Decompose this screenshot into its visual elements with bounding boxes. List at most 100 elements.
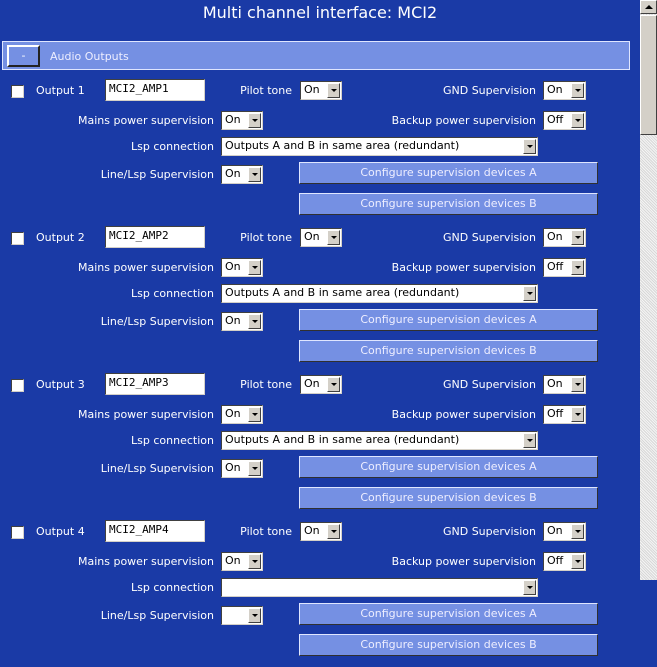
output-label: Output 2 bbox=[36, 231, 85, 244]
chevron-down-icon bbox=[571, 554, 584, 569]
line-lsp-select[interactable]: On bbox=[221, 459, 263, 478]
configure-devices-b-button[interactable]: Configure supervision devices B bbox=[299, 487, 598, 509]
mains-power-select[interactable]: On bbox=[221, 258, 263, 277]
chevron-down-icon bbox=[523, 286, 536, 301]
pilot-tone-label: Pilot tone bbox=[240, 525, 292, 538]
mains-power-label: Mains power supervision bbox=[77, 114, 214, 127]
chevron-down-icon bbox=[571, 260, 584, 275]
chevron-down-icon bbox=[248, 554, 261, 569]
output-label: Output 4 bbox=[36, 525, 85, 538]
output-label: Output 1 bbox=[36, 84, 85, 97]
chevron-down-icon bbox=[327, 230, 340, 245]
mains-power-label: Mains power supervision bbox=[77, 555, 214, 568]
mains-power-select[interactable]: On bbox=[221, 405, 263, 424]
pilot-tone-select[interactable]: On bbox=[300, 375, 342, 394]
gnd-supervision-select[interactable]: On bbox=[543, 228, 586, 247]
scroll-thumb[interactable] bbox=[640, 15, 657, 135]
chevron-down-icon bbox=[571, 83, 584, 98]
mains-power-label: Mains power supervision bbox=[77, 408, 214, 421]
configure-devices-a-button[interactable]: Configure supervision devices A bbox=[299, 162, 598, 184]
output-checkbox[interactable] bbox=[11, 379, 24, 392]
backup-power-select[interactable]: Off bbox=[543, 111, 586, 130]
output-name-input[interactable]: MCI2_AMP1 bbox=[105, 79, 205, 101]
page-title: Multi channel interface: MCI2 bbox=[202, 3, 438, 22]
pilot-tone-label: Pilot tone bbox=[240, 231, 292, 244]
line-lsp-label: Line/Lsp Supervision bbox=[100, 168, 214, 181]
lsp-connection-label: Lsp connection bbox=[131, 140, 214, 153]
scroll-up-arrow-icon[interactable] bbox=[640, 0, 657, 14]
configure-devices-b-button[interactable]: Configure supervision devices B bbox=[299, 634, 598, 656]
mains-power-select[interactable]: On bbox=[221, 111, 263, 130]
chevron-down-icon bbox=[248, 260, 261, 275]
chevron-down-icon bbox=[571, 230, 584, 245]
output-name-input[interactable]: MCI2_AMP4 bbox=[105, 520, 205, 542]
chevron-down-icon bbox=[248, 113, 261, 128]
output-checkbox[interactable] bbox=[11, 232, 24, 245]
mains-power-label: Mains power supervision bbox=[77, 261, 214, 274]
configure-devices-a-button[interactable]: Configure supervision devices A bbox=[299, 309, 598, 331]
lsp-connection-label: Lsp connection bbox=[131, 434, 214, 447]
section-header-audio-outputs: - Audio Outputs bbox=[2, 41, 630, 70]
chevron-down-icon bbox=[248, 407, 261, 422]
configure-devices-b-button[interactable]: Configure supervision devices B bbox=[299, 193, 598, 215]
configure-devices-b-button[interactable]: Configure supervision devices B bbox=[299, 340, 598, 362]
line-lsp-select[interactable] bbox=[221, 606, 263, 625]
lsp-connection-select[interactable] bbox=[221, 578, 538, 597]
line-lsp-label: Line/Lsp Supervision bbox=[100, 315, 214, 328]
output-checkbox[interactable] bbox=[11, 85, 24, 98]
gnd-supervision-label: GND Supervision bbox=[442, 378, 536, 391]
output-block: Output 2 MCI2_AMP2 Pilot tone On GND Sup… bbox=[0, 226, 640, 373]
lsp-connection-select[interactable]: Outputs A and B in same area (redundant) bbox=[221, 284, 538, 303]
mains-power-select[interactable]: On bbox=[221, 552, 263, 571]
gnd-supervision-select[interactable]: On bbox=[543, 375, 586, 394]
output-label: Output 3 bbox=[36, 378, 85, 391]
chevron-down-icon bbox=[248, 314, 261, 329]
chevron-down-icon bbox=[248, 461, 261, 476]
pilot-tone-label: Pilot tone bbox=[240, 84, 292, 97]
output-name-input[interactable]: MCI2_AMP2 bbox=[105, 226, 205, 248]
backup-power-select[interactable]: Off bbox=[543, 258, 586, 277]
backup-power-select[interactable]: Off bbox=[543, 405, 586, 424]
chevron-down-icon bbox=[327, 83, 340, 98]
output-checkbox[interactable] bbox=[11, 526, 24, 539]
pilot-tone-label: Pilot tone bbox=[240, 378, 292, 391]
chevron-down-icon bbox=[571, 407, 584, 422]
line-lsp-label: Line/Lsp Supervision bbox=[100, 609, 214, 622]
lsp-connection-label: Lsp connection bbox=[131, 287, 214, 300]
lsp-connection-select[interactable]: Outputs A and B in same area (redundant) bbox=[221, 137, 538, 156]
chevron-down-icon bbox=[571, 377, 584, 392]
line-lsp-select[interactable]: On bbox=[221, 312, 263, 331]
gnd-supervision-select[interactable]: On bbox=[543, 522, 586, 541]
pilot-tone-select[interactable]: On bbox=[300, 228, 342, 247]
output-block: Output 1 MCI2_AMP1 Pilot tone On GND Sup… bbox=[0, 79, 640, 226]
line-lsp-select[interactable]: On bbox=[221, 165, 263, 184]
chevron-down-icon bbox=[327, 524, 340, 539]
gnd-supervision-select[interactable]: On bbox=[543, 81, 586, 100]
gnd-supervision-label: GND Supervision bbox=[442, 231, 536, 244]
chevron-down-icon bbox=[248, 608, 261, 623]
configure-devices-a-button[interactable]: Configure supervision devices A bbox=[299, 603, 598, 625]
output-name-input[interactable]: MCI2_AMP3 bbox=[105, 373, 205, 395]
chevron-down-icon bbox=[571, 524, 584, 539]
collapse-button[interactable]: - bbox=[7, 45, 40, 67]
chevron-down-icon bbox=[523, 433, 536, 448]
output-block: Output 3 MCI2_AMP3 Pilot tone On GND Sup… bbox=[0, 373, 640, 520]
backup-power-select[interactable]: Off bbox=[543, 552, 586, 571]
pilot-tone-select[interactable]: On bbox=[300, 522, 342, 541]
lsp-connection-select[interactable]: Outputs A and B in same area (redundant) bbox=[221, 431, 538, 450]
page: Multi channel interface: MCI2 - Audio Ou… bbox=[0, 0, 640, 656]
chevron-down-icon bbox=[523, 139, 536, 154]
chevron-down-icon bbox=[327, 377, 340, 392]
vertical-scrollbar[interactable] bbox=[640, 0, 657, 580]
chevron-down-icon bbox=[571, 113, 584, 128]
configure-devices-a-button[interactable]: Configure supervision devices A bbox=[299, 456, 598, 478]
pilot-tone-select[interactable]: On bbox=[300, 81, 342, 100]
backup-power-label: Backup power supervision bbox=[391, 114, 536, 127]
backup-power-label: Backup power supervision bbox=[391, 261, 536, 274]
backup-power-label: Backup power supervision bbox=[391, 408, 536, 421]
chevron-down-icon bbox=[248, 167, 261, 182]
gnd-supervision-label: GND Supervision bbox=[442, 525, 536, 538]
output-block: Output 4 MCI2_AMP4 Pilot tone On GND Sup… bbox=[0, 520, 640, 667]
line-lsp-label: Line/Lsp Supervision bbox=[100, 462, 214, 475]
chevron-down-icon bbox=[523, 580, 536, 595]
